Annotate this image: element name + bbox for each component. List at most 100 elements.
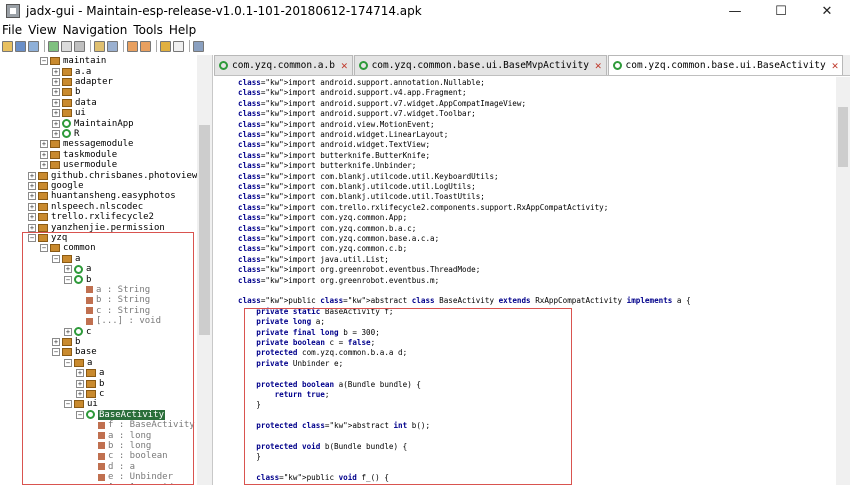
expand-node-icon[interactable]: + bbox=[28, 213, 36, 222]
package-icon bbox=[50, 150, 60, 159]
expand-node-icon[interactable]: + bbox=[28, 171, 36, 180]
close-button[interactable]: ✕ bbox=[804, 0, 850, 22]
minimize-button[interactable]: — bbox=[712, 0, 758, 22]
tree-node[interactable]: + nlspeech.nlscodec bbox=[28, 202, 143, 212]
expand-node-icon[interactable]: + bbox=[40, 161, 48, 170]
menu-tools[interactable]: Tools bbox=[133, 23, 163, 37]
open-icon[interactable] bbox=[2, 40, 13, 52]
tree-node-label: nlspeech.nlscodec bbox=[51, 201, 144, 212]
collapse-icon[interactable] bbox=[74, 40, 85, 52]
expand-node-icon[interactable]: + bbox=[52, 67, 60, 76]
code-line: class="kw">import com.blankj.utilcode.ut… bbox=[238, 192, 485, 202]
class-icon bbox=[219, 61, 228, 70]
code-line: class="kw">import com.yzq.common.b.a.c; bbox=[238, 223, 417, 233]
expand-node-icon[interactable]: + bbox=[28, 202, 36, 211]
close-tab-icon[interactable]: ✕ bbox=[832, 59, 839, 72]
package-icon bbox=[62, 77, 72, 86]
package-icon bbox=[50, 161, 60, 170]
class-icon bbox=[612, 61, 622, 70]
code-line: class="kw">import java.util.List; bbox=[238, 254, 389, 264]
code-scrollbar-thumb[interactable] bbox=[838, 107, 848, 167]
editor-tab[interactable]: com.yzq.common.base.ui.BaseActivity ✕ bbox=[607, 55, 844, 75]
code-line: class="kw">import com.trello.rxlifecycle… bbox=[238, 202, 609, 212]
tree-node[interactable]: + adapter bbox=[52, 77, 113, 87]
class-icon bbox=[62, 129, 71, 139]
tree-node[interactable]: + MaintainApp bbox=[52, 118, 134, 129]
expand-node-icon[interactable]: + bbox=[28, 192, 36, 201]
tree-node-label: github.chrisbanes.photoview bbox=[51, 170, 198, 181]
tree-node[interactable]: + b bbox=[52, 87, 80, 97]
menu-view[interactable]: View bbox=[28, 23, 56, 37]
tree-scrollbar-thumb[interactable] bbox=[199, 125, 210, 335]
log-icon[interactable] bbox=[173, 40, 184, 52]
tree-node[interactable]: + github.chrisbanes.photoview bbox=[28, 170, 198, 181]
code-scrollbar[interactable] bbox=[836, 77, 850, 485]
package-icon bbox=[50, 57, 60, 66]
tree-node[interactable]: + taskmodule bbox=[40, 150, 117, 160]
title-bar: jadx-gui - Maintain-esp-release-v1.0.1-1… bbox=[0, 0, 850, 22]
expand-node-icon[interactable]: + bbox=[52, 88, 60, 97]
package-icon bbox=[50, 140, 60, 149]
expand-node-icon[interactable]: + bbox=[52, 129, 60, 138]
tree-node[interactable]: + a.a bbox=[52, 66, 91, 77]
tree-node[interactable]: + usermodule bbox=[40, 160, 117, 170]
code-line: class="kw">import android.view.MotionEve… bbox=[238, 119, 435, 129]
highlight-box-tree bbox=[22, 232, 194, 485]
expand-node-icon[interactable]: + bbox=[28, 223, 36, 232]
tree-node-label: MaintainApp bbox=[74, 118, 134, 129]
tree-node-label: messagemodule bbox=[63, 139, 134, 150]
tree-node[interactable]: + R bbox=[52, 129, 79, 139]
code-line: class="kw">import com.yzq.common.base.a.… bbox=[238, 234, 440, 243]
code-line: class="kw">import com.yzq.common.c.b; bbox=[238, 244, 408, 254]
code-line: class="kw">import android.support.v4.app… bbox=[238, 88, 467, 98]
back-icon[interactable] bbox=[127, 40, 138, 52]
search-icon[interactable] bbox=[94, 40, 105, 52]
toolbar-separator bbox=[156, 40, 157, 52]
close-tab-icon[interactable]: ✕ bbox=[341, 59, 348, 72]
maximize-button[interactable]: ☐ bbox=[758, 0, 804, 22]
tree-node-label: huantansheng.easyphotos bbox=[51, 191, 176, 202]
menu-navigation[interactable]: Navigation bbox=[63, 23, 128, 37]
collapse-node-icon[interactable]: − bbox=[40, 57, 48, 66]
tree-node[interactable]: − maintain bbox=[40, 56, 106, 66]
find-icon[interactable] bbox=[107, 40, 118, 52]
tree-node-label: maintain bbox=[63, 56, 107, 67]
tree-scrollbar[interactable] bbox=[197, 55, 212, 485]
package-icon bbox=[38, 181, 48, 190]
class-icon bbox=[62, 119, 71, 129]
tree-node-label: taskmodule bbox=[63, 149, 118, 160]
tree-node[interactable]: + huantansheng.easyphotos bbox=[28, 191, 176, 201]
code-line: class="kw">import com.blankj.utilcode.ut… bbox=[238, 171, 499, 181]
tree-node[interactable]: + trello.rxlifecycle2 bbox=[28, 212, 154, 222]
editor-tab[interactable]: com.yzq.common.base.ui.BaseMvpActivity ✕ bbox=[353, 55, 607, 75]
menu-file[interactable]: File bbox=[2, 23, 22, 37]
expand-icon[interactable] bbox=[61, 40, 72, 52]
expand-node-icon[interactable]: + bbox=[40, 150, 48, 159]
tree-node[interactable]: + data bbox=[52, 98, 97, 108]
prefs-icon[interactable] bbox=[193, 40, 204, 52]
expand-node-icon[interactable]: + bbox=[52, 109, 60, 118]
menu-help[interactable]: Help bbox=[169, 23, 196, 37]
expand-node-icon[interactable]: + bbox=[28, 181, 36, 190]
expand-node-icon[interactable]: + bbox=[52, 77, 60, 86]
close-tab-icon[interactable]: ✕ bbox=[595, 59, 602, 72]
expand-node-icon[interactable]: + bbox=[52, 98, 60, 107]
code-line: class="kw">import com.yzq.common.App; bbox=[238, 213, 408, 223]
forward-icon[interactable] bbox=[140, 40, 151, 52]
tree-node[interactable]: + messagemodule bbox=[40, 139, 133, 149]
expand-node-icon[interactable]: + bbox=[40, 140, 48, 149]
tree-node-label: google bbox=[51, 180, 84, 191]
menu-bar: File View Navigation Tools Help bbox=[0, 22, 850, 38]
expand-node-icon[interactable]: + bbox=[52, 119, 60, 128]
tree-node-label: R bbox=[74, 128, 80, 139]
save-all-icon[interactable] bbox=[28, 40, 39, 52]
sync-icon[interactable] bbox=[48, 40, 59, 52]
code-line: class="kw">import android.support.annota… bbox=[238, 78, 485, 87]
decompile-icon[interactable] bbox=[160, 40, 171, 52]
tree-node-label: data bbox=[75, 97, 97, 108]
tree-node[interactable]: + ui bbox=[52, 108, 86, 118]
save-icon[interactable] bbox=[15, 40, 26, 52]
tree-node[interactable]: + google bbox=[28, 181, 84, 191]
editor-tab[interactable]: com.yzq.common.a.b ✕ bbox=[214, 55, 353, 75]
code-line: class="kw">import android.widget.LinearL… bbox=[238, 130, 449, 139]
